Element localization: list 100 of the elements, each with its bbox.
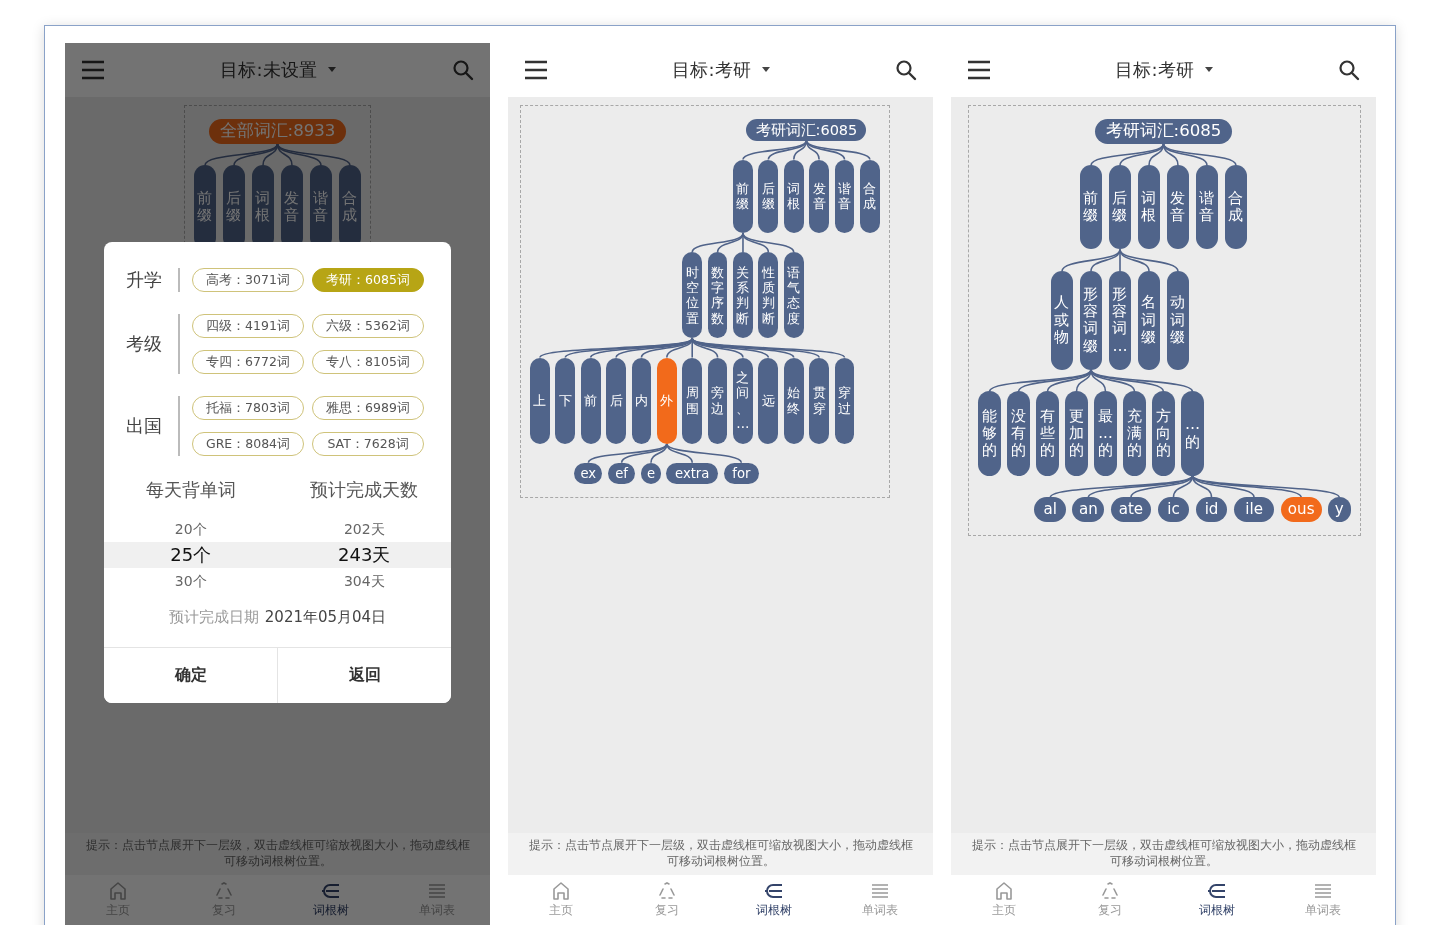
caret-icon[interactable]	[1203, 67, 1214, 73]
tree-node[interactable]: 前缀	[733, 159, 753, 234]
tree-node[interactable]: id	[1195, 497, 1228, 522]
search-icon[interactable]	[895, 59, 917, 81]
tree-node[interactable]: 外	[656, 357, 677, 444]
tree-node[interactable]: for	[723, 462, 760, 485]
menu-icon[interactable]	[524, 60, 548, 80]
tree-node[interactable]: 数字序数	[707, 252, 728, 339]
option-chip[interactable]: 托福：7803词	[192, 396, 304, 420]
group-label: 升学	[126, 268, 163, 292]
tree-node[interactable]: 充满的	[1123, 391, 1146, 476]
recycle-icon	[214, 881, 235, 901]
tree-node[interactable]: 合成	[1224, 165, 1248, 250]
tree-node[interactable]: 贯穿	[809, 357, 829, 444]
tree-node[interactable]: 方向的	[1152, 391, 1175, 476]
nav-tab[interactable]: 词根树	[277, 875, 384, 925]
tree-node[interactable]: 关系判断	[733, 252, 753, 339]
tree-node[interactable]: 始终	[783, 357, 804, 444]
nav-tab[interactable]: 单词表	[826, 875, 933, 925]
tree-node[interactable]: 没有的	[1007, 391, 1030, 476]
nav-tab[interactable]: 词根树	[1163, 875, 1270, 925]
tree-node[interactable]: 更加的	[1065, 391, 1088, 476]
nav-tab[interactable]: 词根树	[720, 875, 827, 925]
picker-item[interactable]: 202天	[277, 516, 451, 542]
tree-node[interactable]: 穿过	[834, 357, 855, 444]
goal-title[interactable]: 目标:考研	[672, 58, 751, 82]
tree-node[interactable]: 发音	[809, 159, 829, 234]
tree-node[interactable]: …的	[1181, 391, 1204, 476]
tree-node[interactable]: 之间、…	[733, 357, 753, 444]
tree-node[interactable]: 性质判断	[758, 252, 779, 339]
tree-node[interactable]: y	[1327, 497, 1351, 522]
tree-node[interactable]: ef	[607, 462, 636, 485]
nav-tab[interactable]: 复习	[1057, 875, 1164, 925]
goal-title[interactable]: 目标:未设置	[220, 58, 317, 82]
dialog-button[interactable]: 返回	[277, 648, 451, 703]
date-label: 预计完成日期	[168, 608, 259, 627]
option-chip[interactable]: GRE：8084词	[192, 432, 304, 456]
option-chip[interactable]: 专四：6772词	[192, 350, 304, 374]
tree-node[interactable]: al	[1034, 497, 1067, 522]
tree-node[interactable]: 最...的	[1094, 391, 1117, 476]
picker-item[interactable]: 20个	[104, 516, 278, 542]
tree-node[interactable]: 周围	[682, 357, 703, 444]
tree-node[interactable]: 谐音	[1195, 165, 1219, 250]
option-chip[interactable]: 六级：5362词	[312, 314, 424, 338]
tree-node[interactable]: ous	[1280, 497, 1322, 522]
caret-icon[interactable]	[760, 67, 771, 73]
option-chip[interactable]: 雅思：6989词	[312, 396, 424, 420]
tree-node[interactable]: ate	[1110, 497, 1152, 522]
recycle-icon	[1100, 881, 1121, 901]
tree-node[interactable]: 后缀	[758, 159, 779, 234]
list-icon	[1312, 881, 1333, 901]
picker-item[interactable]: 25个	[104, 542, 278, 568]
tree-node[interactable]: 词根	[1137, 165, 1161, 250]
tree-node[interactable]: 考研词汇:6085	[1094, 119, 1233, 144]
tree-node[interactable]: 后缀	[1108, 165, 1132, 250]
picker-item[interactable]: 30个	[104, 568, 278, 594]
home-icon	[551, 881, 572, 901]
tree-node[interactable]: 形容词…	[1108, 271, 1132, 370]
home-icon	[108, 881, 129, 901]
tree-node[interactable]: 发音	[1166, 165, 1190, 250]
tree-node[interactable]: 合成	[860, 159, 880, 234]
tree-node[interactable]: an	[1072, 497, 1105, 522]
tree-node[interactable]: 下	[555, 357, 576, 444]
option-chip[interactable]: 高考：3071词	[192, 268, 304, 292]
tree-node[interactable]: ile	[1233, 497, 1275, 522]
tree-node[interactable]: 谐音	[834, 159, 855, 234]
option-chip[interactable]: 四级：4191词	[192, 314, 304, 338]
tree-node[interactable]: 前缀	[1079, 165, 1103, 250]
picker-item[interactable]: 243天	[277, 542, 451, 568]
tree-node[interactable]: 有些的	[1036, 391, 1059, 476]
nav-tab[interactable]: 主页	[508, 875, 615, 925]
tree-node[interactable]: 人或物	[1050, 271, 1074, 370]
tree-node[interactable]: 形容词缀	[1079, 271, 1103, 370]
nav-tab[interactable]: 主页	[951, 875, 1058, 925]
tree-node[interactable]: e	[641, 462, 661, 485]
search-icon[interactable]	[1338, 59, 1360, 81]
menu-icon[interactable]	[967, 60, 991, 80]
tree-node[interactable]: 后	[606, 357, 626, 444]
tree-node[interactable]: 时空位置	[682, 252, 703, 339]
nav-tab[interactable]: 单词表	[1269, 875, 1376, 925]
tree-node[interactable]: 动词缀	[1166, 271, 1190, 370]
tree-node[interactable]: extra	[666, 462, 718, 485]
tree-node[interactable]: 前	[580, 357, 601, 444]
picker-item[interactable]: 304天	[277, 568, 451, 594]
tree-node[interactable]: 名词缀	[1137, 271, 1161, 370]
tree-node[interactable]: 远	[758, 357, 779, 444]
list-icon	[426, 881, 447, 901]
tree-node[interactable]: 上	[530, 357, 550, 444]
nav-tab[interactable]: 复习	[614, 875, 721, 925]
option-chip[interactable]: 专八：8105词	[312, 350, 424, 374]
tree-node[interactable]: 语气态度	[783, 252, 804, 339]
tree-node[interactable]: 能够的	[978, 391, 1001, 476]
tree-node[interactable]: 考研词汇:6085	[746, 119, 867, 141]
tree-node[interactable]: 内	[631, 357, 652, 444]
option-chip[interactable]: SAT：7628词	[312, 432, 424, 456]
goal-title[interactable]: 目标:考研	[1115, 58, 1194, 82]
tree-node[interactable]: 旁边	[707, 357, 728, 444]
tree-node[interactable]: 词根	[783, 159, 804, 234]
tree-node[interactable]: ic	[1157, 497, 1190, 522]
tree-node[interactable]: ex	[574, 462, 603, 485]
